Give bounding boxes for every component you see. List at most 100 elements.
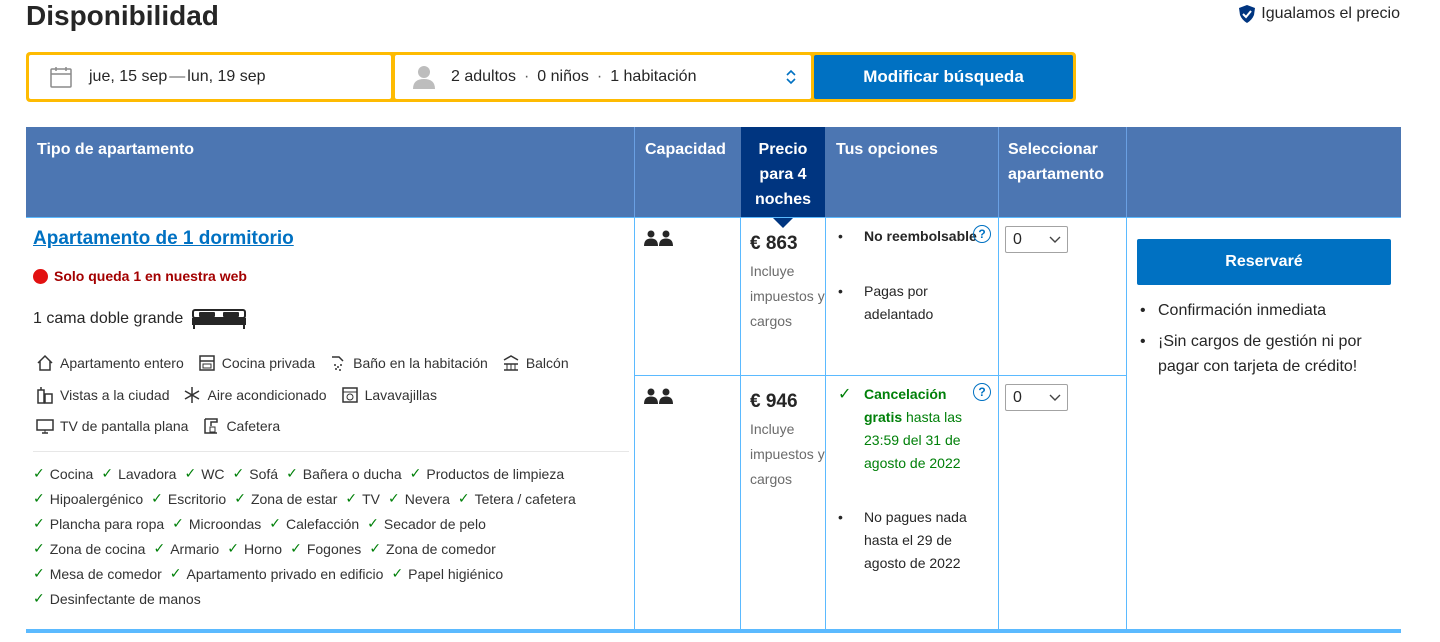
amenity-label: Fogones — [306, 540, 362, 557]
amenity-label: Cocina — [49, 465, 94, 482]
amenity-label: WC — [201, 465, 225, 482]
page-title: Disponibilidad — [26, 0, 219, 31]
check-icon: ✓ — [409, 465, 422, 481]
amenities-row: ✓ Desinfectante de manos — [33, 590, 209, 607]
price-match-badge[interactable]: Igualamos el precio — [1237, 4, 1400, 24]
amenity-item: ✓ Tetera / cafetera — [458, 490, 576, 507]
amenity-label: Plancha para ropa — [49, 515, 165, 532]
amenities-row: ✓ Mesa de comedor ✓ Apartamento privado en … — [33, 565, 511, 582]
adults-count: 2 adultos — [451, 68, 516, 85]
facility-item: Balcón — [502, 354, 569, 372]
th-room-type: Tipo de apartamento — [37, 141, 195, 158]
amenity-label: Tetera / cafetera — [474, 490, 576, 507]
amenity-item: ✓ Productos de limpieza — [410, 465, 564, 482]
amenities-divider — [33, 451, 629, 452]
check-icon: ✓ — [33, 590, 45, 606]
check-icon: ✓ — [33, 540, 45, 556]
price-value: € 946 — [750, 391, 798, 412]
facilities-row: Apartamento entero Cocina privada Baño e… — [36, 354, 583, 372]
amenity-item: ✓ Bañera o ducha — [286, 465, 402, 482]
header-divider — [1126, 127, 1127, 218]
th-price: Precio para 4 noches — [741, 127, 825, 218]
red-dot-icon — [33, 268, 48, 284]
facility-item: TV de pantalla plana — [36, 417, 188, 435]
amenity-item: ✓ Zona de estar — [234, 490, 337, 507]
person-icon — [659, 230, 673, 246]
check-icon: ✓ — [457, 490, 470, 506]
modify-search-button[interactable]: Modificar búsqueda — [814, 55, 1073, 99]
benefit-item: ¡Sin cargos de gestión ni por pagar con … — [1138, 329, 1398, 379]
amenity-item: ✓ Plancha para ropa — [33, 515, 164, 532]
header-divider — [998, 127, 999, 218]
bullet: • — [838, 509, 843, 525]
checkout-date: lun, 19 sep — [187, 68, 266, 85]
reserve-button[interactable]: Reservaré — [1137, 239, 1391, 285]
amenity-item: ✓ Lavadora — [101, 465, 176, 482]
facility-item: Apartamento entero — [36, 354, 184, 372]
check-icon: ✓ — [153, 540, 166, 556]
amenity-item: ✓ Nevera — [388, 490, 450, 507]
house-icon — [37, 354, 53, 371]
search-bar: jue, 15 sep — lun, 19 sep 2 adultos · 0 … — [26, 52, 1076, 102]
check-icon: ✓ — [387, 490, 400, 506]
balcony-icon — [503, 355, 519, 371]
row-divider — [26, 217, 1401, 218]
offer-option: • Pagas por adelantado — [838, 280, 988, 330]
amenities-row: ✓ Zona de cocina ✓ Armario ✓ Horno ✓ Fogones ✓ Zo… — [33, 540, 504, 557]
header-divider — [634, 127, 635, 218]
room-quantity-select[interactable]: 0 — [1005, 226, 1068, 253]
room-quantity-select[interactable]: 0 — [1005, 384, 1068, 411]
check-icon: ✓ — [290, 540, 302, 556]
amenity-label: Hipoalergénico — [49, 490, 144, 507]
check-icon: ✓ — [33, 515, 45, 531]
benefit-item: Confirmación inmediata — [1138, 298, 1398, 323]
price-value: € 863 — [750, 233, 798, 254]
guests-selector[interactable]: 2 adultos · 0 niños · 1 habitación — [395, 55, 811, 99]
col-divider — [634, 218, 635, 630]
kitchen-icon — [199, 355, 215, 371]
children-count: 0 niños — [537, 68, 589, 85]
bed-label: 1 cama doble grande — [33, 310, 184, 327]
check-icon: ✓ — [838, 386, 852, 403]
dot-separator: · — [596, 68, 603, 85]
amenity-label: Productos de limpieza — [426, 465, 565, 482]
help-icon[interactable]: ? — [973, 225, 991, 243]
tv-icon — [36, 419, 54, 434]
amenity-item: ✓ Mesa de comedor — [33, 565, 162, 582]
select-value: 0 — [1013, 230, 1022, 248]
facility-item: Lavavajillas — [341, 386, 437, 404]
check-icon: ✓ — [391, 565, 404, 581]
select-value: 0 — [1013, 388, 1022, 406]
checkin-date: jue, 15 sep — [89, 68, 168, 85]
date-picker[interactable]: jue, 15 sep — lun, 19 sep — [29, 55, 391, 99]
amenity-item: ✓ Fogones — [290, 540, 361, 557]
amenity-item: ✓ Microondas — [172, 515, 261, 532]
snowflake-icon — [185, 387, 200, 403]
table-header: Tipo de apartamento Capacidad Precio par… — [26, 127, 1401, 218]
amenity-item: ✓ Hipoalergénico — [33, 490, 143, 507]
amenity-item: ✓ TV — [345, 490, 380, 507]
facility-item: Vistas a la ciudad — [36, 386, 169, 404]
amenity-label: Bañera o ducha — [302, 465, 402, 482]
offer-option: • No pagues nada hasta el 29 de agosto d… — [838, 506, 993, 576]
amenities-row: ✓ Plancha para ropa ✓ Microondas ✓ Calefacció… — [33, 515, 494, 532]
amenity-item: ✓ Zona de cocina — [33, 540, 145, 557]
amenity-item: ✓ Escritorio — [151, 490, 226, 507]
offer-option: • No reembolsable — [838, 225, 988, 275]
amenity-item: ✓ Horno — [227, 540, 282, 557]
price-note: Incluye impuestos y cargos — [750, 263, 825, 329]
rooms-count: 1 habitación — [610, 68, 697, 85]
bullet: • — [838, 228, 843, 244]
check-icon: ✓ — [172, 515, 184, 531]
double-bed-icon — [192, 309, 247, 329]
room-name-link[interactable]: Apartamento de 1 dormitorio — [33, 228, 294, 250]
facility-item: Cocina privada — [198, 354, 315, 372]
amenity-item: ✓ Apartamento privado en edificio — [170, 565, 384, 582]
col-divider — [1126, 218, 1127, 630]
help-icon[interactable]: ? — [973, 383, 991, 401]
amenity-label: Zona de cocina — [49, 540, 146, 557]
date-separator: — — [169, 68, 186, 85]
check-icon: ✓ — [169, 565, 182, 581]
bed-info: 1 cama doble grande — [33, 308, 247, 330]
facilities-row: Vistas a la ciudad Aire acondicionado La… — [36, 386, 451, 404]
